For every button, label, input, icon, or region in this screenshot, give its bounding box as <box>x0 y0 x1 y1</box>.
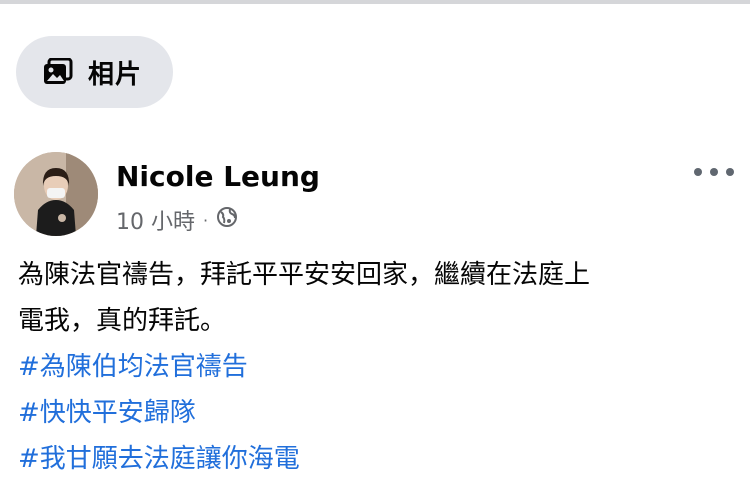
more-options-button[interactable] <box>694 166 734 178</box>
globe-icon <box>216 206 238 234</box>
photo-icon <box>40 54 76 90</box>
photos-chip-label: 相片 <box>88 59 143 90</box>
photos-filter-chip[interactable]: 相片 <box>16 36 173 108</box>
post-text-line: 電我，真的拜託。 <box>18 306 227 336</box>
hashtag-link[interactable]: #我甘願去法庭讓你海電 <box>18 436 728 482</box>
timestamp[interactable]: 10 小時 <box>116 204 195 236</box>
top-divider <box>0 0 750 4</box>
hashtag-link[interactable]: #快快平安歸隊 <box>18 390 728 436</box>
author-name[interactable]: Nicole Leung <box>116 160 320 193</box>
post-meta: 10 小時 · <box>116 204 238 236</box>
post-text-line: 為陳法官禱告，拜託平平安安回家，繼續在法庭上 <box>18 260 591 290</box>
hashtag-link[interactable]: #為陳伯均法官禱告 <box>18 344 728 390</box>
avatar[interactable] <box>14 152 98 236</box>
more-dot-icon <box>726 168 734 176</box>
more-dot-icon <box>710 168 718 176</box>
meta-separator: · <box>203 210 209 230</box>
more-dot-icon <box>694 168 702 176</box>
post-text: 為陳法官禱告，拜託平平安安回家，繼續在法庭上 電我，真的拜託。 #為陳伯均法官禱… <box>18 252 728 482</box>
